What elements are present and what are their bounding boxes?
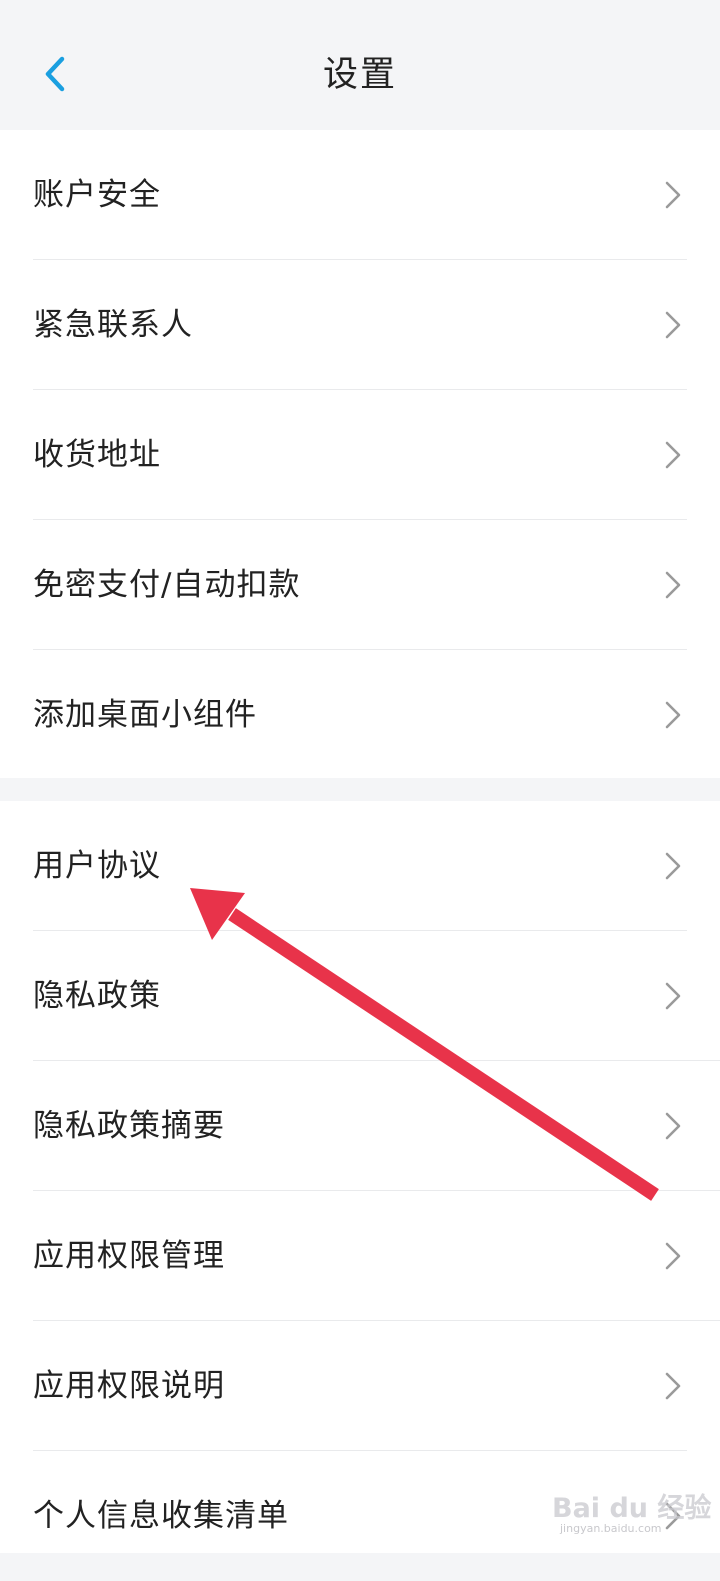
settings-item-privacy-policy[interactable]: 隐私政策: [0, 931, 720, 1061]
settings-item-label: 账户安全: [33, 177, 161, 213]
settings-item-label: 紧急联系人: [33, 307, 193, 343]
settings-item-label: 隐私政策摘要: [33, 1108, 225, 1144]
page-title: 设置: [322, 55, 397, 95]
settings-item-label: 免密支付/自动扣款: [33, 567, 301, 603]
settings-item-app-permission-management[interactable]: 应用权限管理: [0, 1191, 720, 1321]
settings-item-personal-info-list[interactable]: 个人信息收集清单: [0, 1451, 720, 1581]
settings-item-emergency-contact[interactable]: 紧急联系人: [0, 260, 720, 390]
settings-item-user-agreement[interactable]: 用户协议: [0, 801, 720, 931]
settings-item-label: 应用权限说明: [33, 1368, 225, 1404]
settings-item-add-widget[interactable]: 添加桌面小组件: [0, 650, 720, 780]
settings-item-password-free-payment[interactable]: 免密支付/自动扣款: [0, 520, 720, 650]
chevron-right-icon: [665, 181, 681, 209]
settings-item-label: 个人信息收集清单: [33, 1498, 289, 1534]
settings-item-label: 隐私政策: [33, 978, 161, 1014]
chevron-right-icon: [665, 982, 681, 1010]
settings-item-label: 添加桌面小组件: [33, 697, 257, 733]
chevron-right-icon: [665, 852, 681, 880]
chevron-right-icon: [665, 1502, 681, 1530]
chevron-right-icon: [665, 1242, 681, 1270]
chevron-right-icon: [665, 1372, 681, 1400]
chevron-right-icon: [665, 311, 681, 339]
settings-item-account-security[interactable]: 账户安全: [0, 130, 720, 260]
chevron-right-icon: [665, 701, 681, 729]
settings-item-label: 收货地址: [33, 437, 161, 473]
settings-item-app-permission-description[interactable]: 应用权限说明: [0, 1321, 720, 1451]
top-bar: 设置: [0, 0, 720, 130]
settings-group-legal: 用户协议 隐私政策 隐私政策摘要 应用权限管理 应用权限说明 个人信息收集清单: [0, 801, 720, 1553]
settings-item-privacy-summary[interactable]: 隐私政策摘要: [0, 1061, 720, 1191]
settings-group-account: 账户安全 紧急联系人 收货地址 免密支付/自动扣款 添加桌面小组件: [0, 130, 720, 778]
chevron-right-icon: [665, 571, 681, 599]
settings-item-label: 用户协议: [33, 848, 161, 884]
chevron-right-icon: [665, 441, 681, 469]
settings-item-label: 应用权限管理: [33, 1238, 225, 1274]
chevron-right-icon: [665, 1112, 681, 1140]
settings-item-shipping-address[interactable]: 收货地址: [0, 390, 720, 520]
